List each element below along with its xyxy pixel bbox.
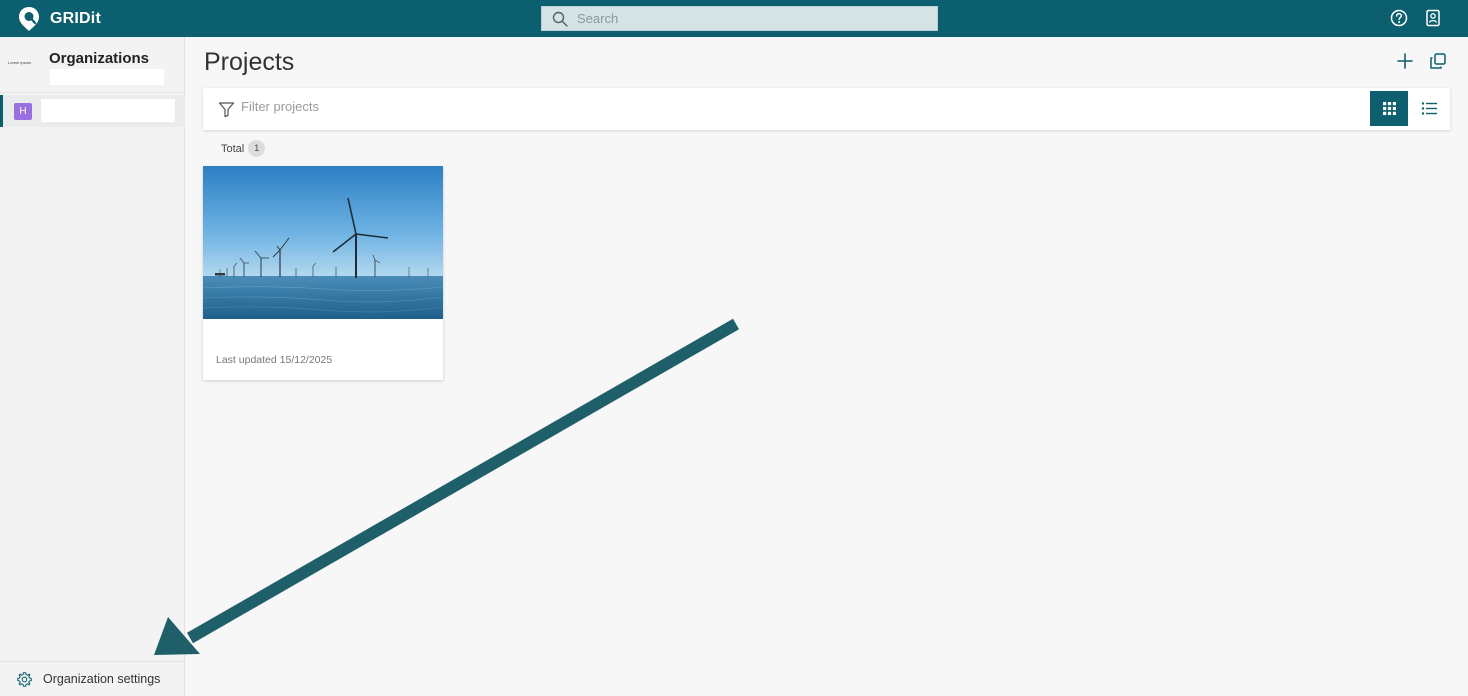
search-box[interactable] <box>541 6 938 31</box>
search-icon <box>552 11 568 27</box>
filter-icon <box>218 102 235 118</box>
copy-icon[interactable] <box>1429 52 1447 70</box>
add-icon[interactable] <box>1396 52 1414 70</box>
app-name: GRIDit <box>50 10 101 27</box>
filter-bar <box>203 88 1450 130</box>
project-card[interactable]: Last updated 15/12/2025 <box>203 166 443 380</box>
project-thumbnail <box>203 166 443 319</box>
search-input[interactable] <box>577 11 897 26</box>
filter-input[interactable] <box>241 99 641 114</box>
organizations-header: Lorem ipsum Organizations <box>0 37 185 93</box>
brand[interactable]: GRIDit <box>18 6 101 32</box>
sidebar-item-organization[interactable]: H <box>0 95 185 127</box>
help-icon[interactable] <box>1390 9 1408 27</box>
organization-avatar: H <box>14 103 32 120</box>
organizations-title: Organizations <box>49 50 150 67</box>
sidebar: Lorem ipsum Organizations H Organization… <box>0 37 185 696</box>
total-label: Total <box>221 142 245 155</box>
organization-settings-button[interactable]: Organization settings <box>0 661 185 696</box>
page-title: Projects <box>204 48 295 76</box>
list-view-button[interactable] <box>1411 91 1447 126</box>
top-bar: GRIDit <box>0 0 1468 37</box>
total-badge: 1 <box>248 140 266 157</box>
gear-icon <box>17 671 32 687</box>
current-organization-name <box>50 69 164 85</box>
gridit-logo-icon <box>19 7 39 31</box>
list-icon <box>1421 102 1437 115</box>
grid-icon <box>1382 102 1396 115</box>
total-count: Total 1 <box>221 140 266 157</box>
organization-logo: Lorem ipsum <box>8 60 32 65</box>
organization-settings-label: Organization settings <box>43 672 161 686</box>
project-last-updated: Last updated 15/12/2025 <box>216 354 333 366</box>
grid-view-button[interactable] <box>1370 91 1408 126</box>
organization-item-label <box>41 99 175 122</box>
contact-card-icon[interactable] <box>1424 9 1442 27</box>
